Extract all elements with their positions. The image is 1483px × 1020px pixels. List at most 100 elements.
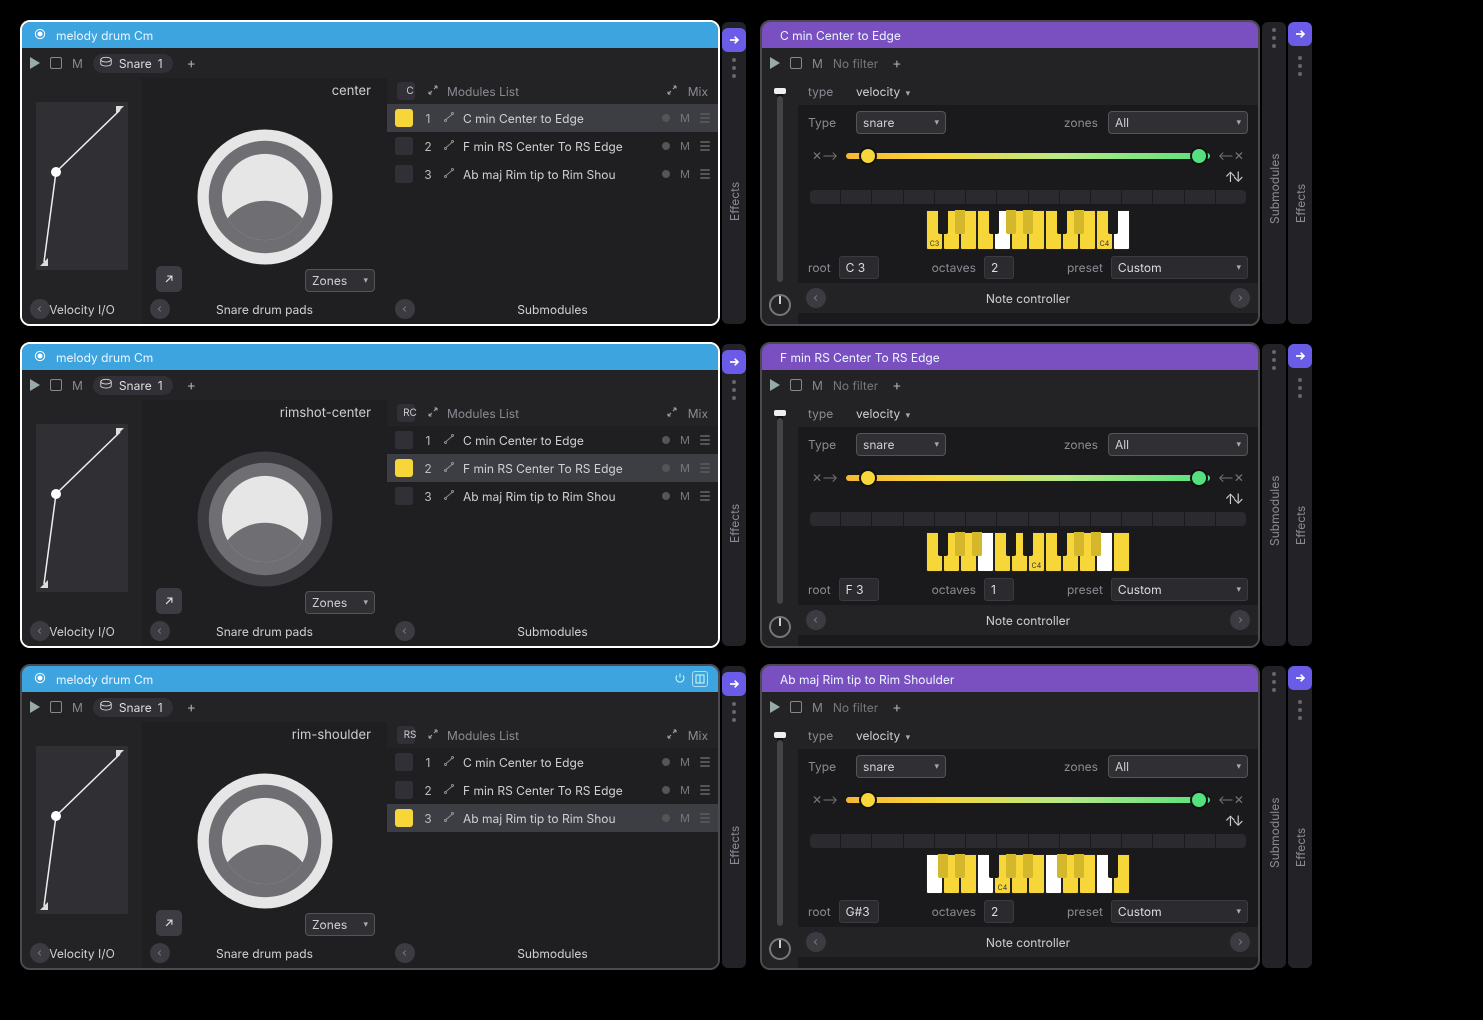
- filter-label[interactable]: No filter: [833, 56, 878, 71]
- piano-black-key[interactable]: [1108, 854, 1118, 878]
- zone-indicator[interactable]: [395, 753, 413, 771]
- piano-black-key[interactable]: [955, 532, 965, 556]
- drag-handle[interactable]: [700, 813, 710, 823]
- type-value[interactable]: velocity ▾: [856, 84, 910, 99]
- drag-handle[interactable]: [700, 491, 710, 501]
- instrument-chip[interactable]: Snare 1: [93, 376, 173, 395]
- module-header[interactable]: Ab maj Rim tip to Rim Shoulder: [762, 666, 1258, 692]
- drag-dots[interactable]: [732, 58, 736, 78]
- expand-button[interactable]: [156, 266, 182, 292]
- mute-label[interactable]: M: [678, 139, 692, 153]
- mute-label[interactable]: M: [678, 489, 692, 503]
- module-row[interactable]: 3 Ab maj Rim tip to Rim Shou M: [387, 160, 718, 188]
- side-label[interactable]: Effects: [727, 406, 742, 640]
- side-arrow[interactable]: [1288, 344, 1312, 368]
- piano-black-key[interactable]: [1006, 532, 1016, 556]
- side-arrow[interactable]: [1288, 22, 1312, 46]
- type-value[interactable]: velocity ▾: [856, 406, 910, 421]
- instrument-chip[interactable]: Snare 1: [93, 698, 173, 717]
- piano-black-key[interactable]: [1074, 210, 1084, 234]
- nav-right[interactable]: [1230, 288, 1250, 308]
- nav-left[interactable]: [395, 943, 415, 963]
- side-label[interactable]: Submodules: [1267, 54, 1282, 324]
- piano-black-key[interactable]: [938, 854, 948, 878]
- segment-strip[interactable]: [810, 190, 1246, 204]
- piano-black-key[interactable]: [1057, 854, 1067, 878]
- stop-button[interactable]: [790, 57, 802, 69]
- drag-dots[interactable]: [1298, 56, 1302, 76]
- play-button[interactable]: [770, 379, 780, 391]
- invert-icon[interactable]: ↑↓: [1225, 491, 1240, 508]
- side-label[interactable]: Effects: [727, 728, 742, 962]
- module-row[interactable]: 2 F min RS Center To RS Edge M: [387, 454, 718, 482]
- invert-icon[interactable]: ↑↓: [1225, 813, 1240, 830]
- drag-dots[interactable]: [1272, 672, 1276, 692]
- zone-indicator[interactable]: [395, 431, 413, 449]
- drum-pad[interactable]: [190, 444, 340, 598]
- level-slider[interactable]: [777, 734, 783, 926]
- nav-left[interactable]: [30, 299, 50, 319]
- side-arrow[interactable]: [722, 672, 746, 696]
- filter-label[interactable]: No filter: [833, 700, 878, 715]
- expand-icon[interactable]: [666, 728, 678, 743]
- type2-select[interactable]: snare▾: [856, 433, 946, 456]
- zones-select[interactable]: All▾: [1108, 755, 1248, 778]
- piano-black-key[interactable]: [938, 532, 948, 556]
- stop-button[interactable]: [790, 379, 802, 391]
- zone-indicator[interactable]: [395, 165, 413, 183]
- stop-button[interactable]: [50, 701, 62, 713]
- nav-left[interactable]: [30, 621, 50, 641]
- expand-button[interactable]: [156, 910, 182, 936]
- piano-black-key[interactable]: [1006, 210, 1016, 234]
- mute-label[interactable]: M: [678, 111, 692, 125]
- drag-handle[interactable]: [700, 785, 710, 795]
- piano-black-key[interactable]: [1108, 210, 1118, 234]
- min-handle[interactable]: [859, 147, 877, 165]
- module-header[interactable]: melody drum Cm: [22, 344, 718, 370]
- module-header[interactable]: F min RS Center To RS Edge: [762, 344, 1258, 370]
- drag-handle[interactable]: [700, 463, 710, 473]
- piano-black-key[interactable]: [1023, 210, 1033, 234]
- root-value[interactable]: F 3: [839, 578, 879, 601]
- play-button[interactable]: [770, 701, 780, 713]
- level-slider[interactable]: [777, 412, 783, 604]
- type-value[interactable]: velocity ▾: [856, 728, 910, 743]
- piano-black-key[interactable]: [1023, 532, 1033, 556]
- piano-black-key[interactable]: [989, 854, 999, 878]
- piano-black-key[interactable]: [938, 210, 948, 234]
- max-handle[interactable]: [1190, 469, 1208, 487]
- drag-dots[interactable]: [1298, 378, 1302, 398]
- side-arrow[interactable]: [722, 28, 746, 52]
- drag-handle[interactable]: [700, 435, 710, 445]
- add-button[interactable]: +: [888, 699, 905, 716]
- piano-black-key[interactable]: [1091, 532, 1101, 556]
- invert-icon[interactable]: ↑↓: [1225, 169, 1240, 186]
- max-handle[interactable]: [1190, 791, 1208, 809]
- nav-left[interactable]: [806, 288, 826, 308]
- nav-left[interactable]: [395, 621, 415, 641]
- side-label[interactable]: Submodules: [1267, 698, 1282, 968]
- velocity-graph[interactable]: [22, 78, 142, 294]
- preset-select[interactable]: Custom▾: [1111, 900, 1248, 923]
- play-button[interactable]: [30, 57, 40, 69]
- octaves-value[interactable]: 2: [984, 256, 1014, 279]
- piano-black-key[interactable]: [972, 532, 982, 556]
- stop-button[interactable]: [50, 57, 62, 69]
- expand-icon[interactable]: [427, 406, 439, 421]
- module-header[interactable]: melody drum Cm: [22, 22, 718, 48]
- play-button[interactable]: [770, 57, 780, 69]
- expand-icon[interactable]: [666, 84, 678, 99]
- mute-label[interactable]: M: [678, 811, 692, 825]
- module-header[interactable]: C min Center to Edge: [762, 22, 1258, 48]
- piano-black-key[interactable]: [955, 210, 965, 234]
- piano-black-key[interactable]: [1074, 854, 1084, 878]
- mute-label[interactable]: M: [678, 461, 692, 475]
- piano-black-key[interactable]: [1006, 854, 1016, 878]
- pan-knob[interactable]: [769, 938, 791, 960]
- module-row[interactable]: 1 C min Center to Edge M: [387, 748, 718, 776]
- drag-handle[interactable]: [700, 141, 710, 151]
- power-icon[interactable]: [674, 672, 686, 687]
- nav-left[interactable]: [806, 932, 826, 952]
- range-slider[interactable]: ✕⟶ ⟵✕: [812, 792, 1244, 807]
- velocity-graph[interactable]: [22, 722, 142, 938]
